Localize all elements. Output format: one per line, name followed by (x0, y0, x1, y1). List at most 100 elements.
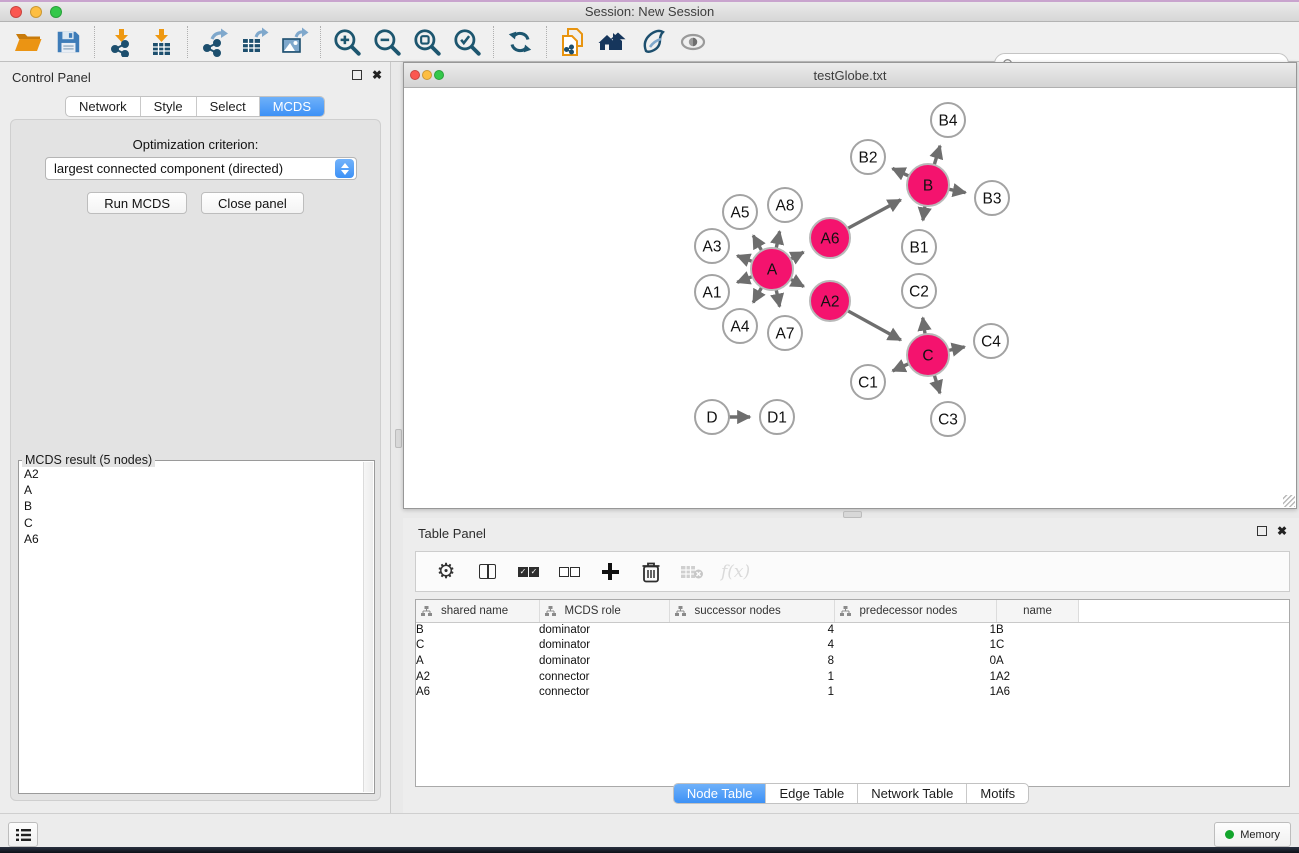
column-header-successor-nodes[interactable]: successor nodes (669, 600, 834, 622)
tab-select[interactable]: Select (197, 97, 260, 116)
float-panel-icon[interactable] (352, 70, 362, 80)
open-folder-button[interactable] (8, 24, 48, 60)
graph-node-B1[interactable]: B1 (902, 230, 936, 264)
table-row[interactable]: Adominator80A (416, 653, 1289, 669)
table-settings-button[interactable]: ⚙ (434, 557, 458, 587)
graph-node-B2[interactable]: B2 (851, 140, 885, 174)
graph-node-B4[interactable]: B4 (931, 103, 965, 137)
task-history-button[interactable] (8, 822, 38, 847)
zoom-out-button[interactable] (367, 24, 407, 60)
table-tab-node-table[interactable]: Node Table (674, 784, 767, 803)
table-row[interactable]: Bdominator41B (416, 622, 1289, 638)
tab-style[interactable]: Style (141, 97, 197, 116)
table-cell[interactable]: 4 (669, 622, 834, 638)
close-panel-button[interactable]: Close panel (201, 192, 304, 214)
table-cell[interactable]: A2 (996, 669, 1078, 685)
column-header-name[interactable]: name (996, 600, 1078, 622)
table-row[interactable]: Cdominator41C (416, 638, 1289, 654)
graph-node-B[interactable]: B (907, 164, 949, 206)
table-cell[interactable]: dominator (539, 622, 669, 638)
table-row[interactable]: A2connector11A2 (416, 669, 1289, 685)
close-table-panel-icon[interactable]: ✖ (1277, 526, 1287, 536)
column-header-shared-name[interactable]: shared name (416, 600, 539, 622)
table-cell[interactable]: 8 (669, 653, 834, 669)
table-cell[interactable]: A6 (996, 684, 1078, 700)
result-scrollbar[interactable] (363, 462, 373, 792)
table-cell[interactable]: 1 (834, 622, 996, 638)
show-hide-button[interactable] (673, 24, 713, 60)
export-image-button[interactable] (274, 24, 314, 60)
column-header-predecessor-nodes[interactable]: predecessor nodes (834, 600, 996, 622)
save-session-button[interactable] (48, 24, 88, 60)
result-list-item[interactable]: C (20, 515, 363, 531)
zoom-fit-button[interactable] (407, 24, 447, 60)
window-resize-grip[interactable] (1283, 495, 1295, 507)
graph-node-A8[interactable]: A8 (768, 188, 802, 222)
table-cell[interactable]: 1 (834, 669, 996, 685)
graph-node-C3[interactable]: C3 (931, 402, 965, 436)
zoom-selected-button[interactable] (447, 24, 487, 60)
graph-node-A3[interactable]: A3 (695, 229, 729, 263)
table-cell[interactable]: 4 (669, 638, 834, 654)
run-mcds-button[interactable]: Run MCDS (87, 192, 187, 214)
horizontal-split-grip[interactable] (843, 511, 862, 518)
table-cell[interactable]: 1 (669, 669, 834, 685)
export-table-button[interactable] (234, 24, 274, 60)
table-cell[interactable]: connector (539, 669, 669, 685)
close-panel-icon[interactable]: ✖ (372, 70, 382, 80)
result-list-item[interactable]: B (20, 498, 363, 514)
table-cell[interactable]: A (416, 653, 539, 669)
refresh-button[interactable] (500, 24, 540, 60)
style-preview-button[interactable] (633, 24, 673, 60)
table-header-row[interactable]: shared nameMCDS rolesuccessor nodesprede… (416, 600, 1289, 622)
result-list-item[interactable]: A6 (20, 531, 363, 547)
graph-node-D[interactable]: D (695, 400, 729, 434)
table-cell[interactable]: A6 (416, 684, 539, 700)
graph-node-A1[interactable]: A1 (695, 275, 729, 309)
zoom-in-button[interactable] (327, 24, 367, 60)
result-list-item[interactable]: A (20, 482, 363, 498)
graph-node-C4[interactable]: C4 (974, 324, 1008, 358)
export-network-button[interactable] (194, 24, 234, 60)
table-row[interactable]: A6connector11A6 (416, 684, 1289, 700)
vertical-split-grip[interactable] (395, 429, 402, 448)
delete-button[interactable] (639, 557, 663, 587)
graph-node-A7[interactable]: A7 (768, 316, 802, 350)
table-cell[interactable]: A2 (416, 669, 539, 685)
table-tab-edge-table[interactable]: Edge Table (766, 784, 858, 803)
memory-button[interactable]: Memory (1214, 822, 1291, 847)
table-cell[interactable]: dominator (539, 653, 669, 669)
table-cell[interactable]: C (996, 638, 1078, 654)
import-table-button[interactable] (141, 24, 181, 60)
graph-node-A[interactable]: A (751, 248, 793, 290)
table-cell[interactable]: dominator (539, 638, 669, 654)
criterion-dropdown[interactable]: largest connected component (directed) (45, 157, 357, 180)
select-all-button[interactable]: ✓✓ (516, 557, 540, 587)
column-layout-button[interactable] (475, 557, 499, 587)
table-cell[interactable]: 1 (669, 684, 834, 700)
graph-node-C1[interactable]: C1 (851, 365, 885, 399)
table-cell[interactable]: B (416, 622, 539, 638)
add-column-button[interactable] (598, 557, 622, 587)
graph-node-A2[interactable]: A2 (810, 281, 850, 321)
table-cell[interactable]: 0 (834, 653, 996, 669)
table-cell[interactable]: A (996, 653, 1078, 669)
tab-network[interactable]: Network (66, 97, 141, 116)
table-cell[interactable]: 1 (834, 638, 996, 654)
table-cell[interactable]: connector (539, 684, 669, 700)
table-cell[interactable]: B (996, 622, 1078, 638)
graph-node-C2[interactable]: C2 (902, 274, 936, 308)
graph-node-B3[interactable]: B3 (975, 181, 1009, 215)
tab-mcds[interactable]: MCDS (260, 97, 324, 116)
graph-node-A6[interactable]: A6 (810, 218, 850, 258)
table-cell[interactable]: C (416, 638, 539, 654)
import-network-button[interactable] (101, 24, 141, 60)
table-cell[interactable]: 1 (834, 684, 996, 700)
graph-node-C[interactable]: C (907, 334, 949, 376)
open-session-file-button[interactable] (553, 24, 593, 60)
network-canvas[interactable]: AA1A2A3A4A5A6A7A8BB1B2B3B4CC1C2C3C4DD1 (404, 88, 1296, 508)
graph-node-A4[interactable]: A4 (723, 309, 757, 343)
table-tab-motifs[interactable]: Motifs (967, 784, 1028, 803)
network-window-titlebar[interactable]: testGlobe.txt (404, 63, 1296, 88)
graph-node-D1[interactable]: D1 (760, 400, 794, 434)
